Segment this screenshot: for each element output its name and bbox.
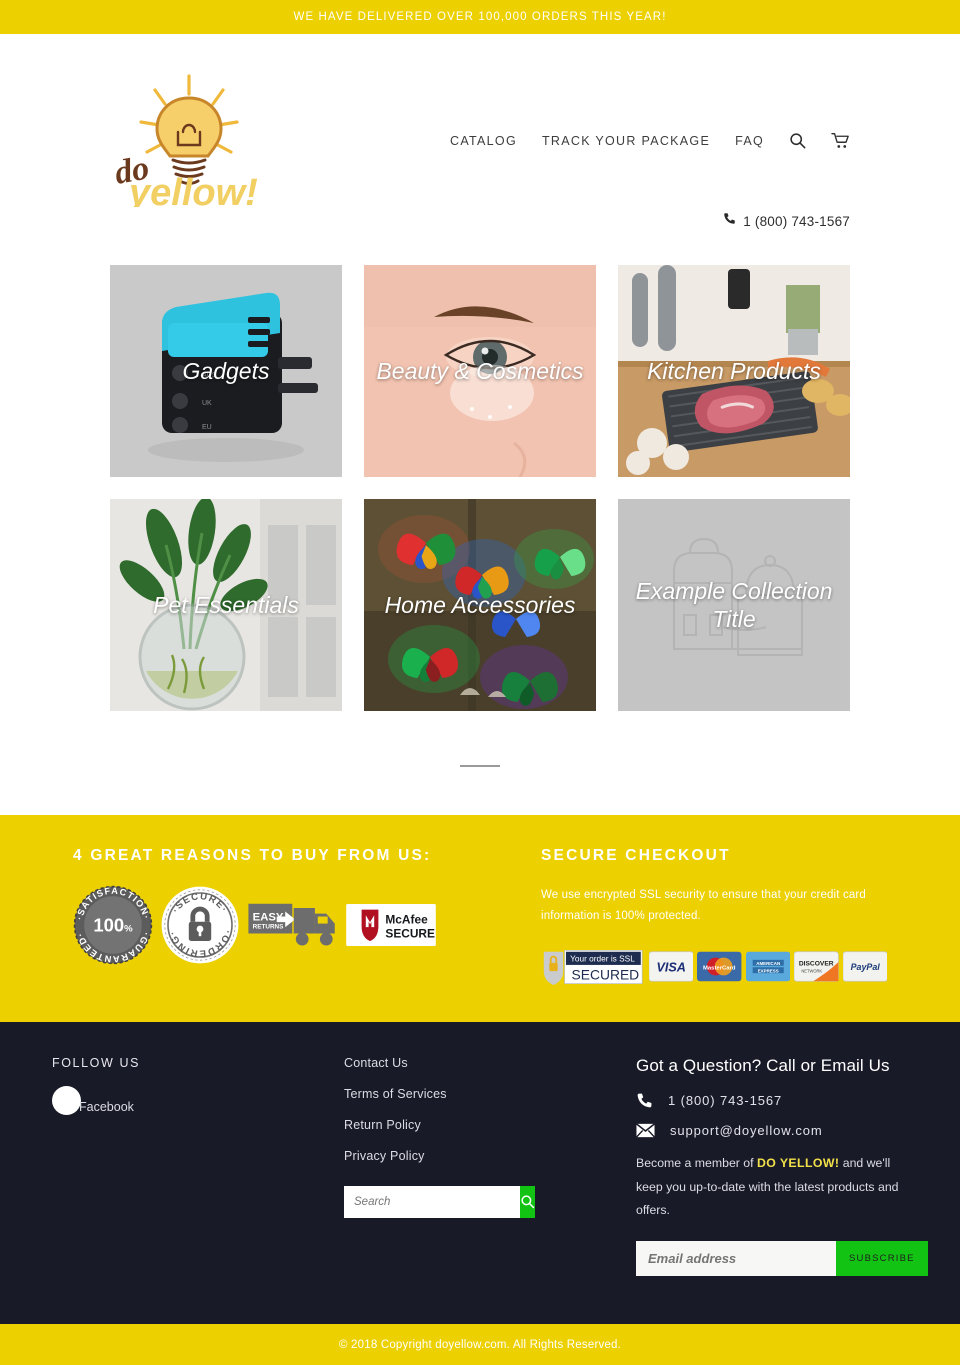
header-phone[interactable]: 1 (800) 743-1567 <box>723 212 850 230</box>
discover-badge: DISCOVER NETWORK <box>794 951 839 982</box>
search-icon <box>521 1195 535 1209</box>
footer-follow-column: FOLLOW US Facebook <box>52 1056 344 1277</box>
newsletter-form: SUBSCRIBE <box>636 1241 928 1277</box>
collection-grid: AUS UK EU Gadgets Beauty & Cosmetics Kit… <box>0 210 960 711</box>
collection-title: Example Collection Title <box>635 577 833 632</box>
mcafee-secure-badge: McAfee SECURE <box>346 904 436 946</box>
collection-title: Beauty & Cosmetics <box>376 357 584 384</box>
nav-item-track-your-package[interactable]: TRACK YOUR PACKAGE <box>542 134 710 148</box>
collection-title: Kitchen Products <box>647 357 821 384</box>
svg-text:SECURED: SECURED <box>571 966 639 982</box>
footer-contact-column: Got a Question? Call or Email Us 1 (800)… <box>636 1055 928 1277</box>
collection-card-pet-essentials[interactable]: Pet Essentials <box>110 499 342 711</box>
svg-text:NETWORK: NETWORK <box>802 968 823 973</box>
trust-badges: ·SATISFACTION· ·GUARANTEED· 100% ·SECURE… <box>73 885 475 965</box>
phone-icon <box>637 1093 652 1107</box>
footer-link-terms-of-services[interactable]: Terms of Services <box>344 1087 636 1101</box>
search-submit-button[interactable] <box>520 1185 535 1218</box>
svg-text:EU: EU <box>202 424 212 431</box>
footer-link-return-policy[interactable]: Return Policy <box>344 1118 636 1132</box>
contact-heading: Got a Question? Call or Email Us <box>636 1055 890 1075</box>
collection-title: Home Accessories <box>384 591 576 618</box>
collection-title: Gadgets <box>182 357 270 384</box>
copyright-bar: © 2018 Copyright doyellow.com. All Right… <box>0 1324 960 1365</box>
site-logo[interactable]: do yellow! <box>107 72 267 207</box>
newsletter-brand: DO YELLOW! <box>756 1155 840 1170</box>
svg-text:VISA: VISA <box>656 961 685 975</box>
newsletter-text-before: Become a member of <box>636 1155 757 1170</box>
ssl-secured-badge: Your order is SSL SECURED <box>543 949 643 985</box>
easy-returns-truck-badge: EASY RETURNS <box>248 903 335 946</box>
paypal-badge: PayPal <box>842 951 887 982</box>
nav-item-catalog[interactable]: CATALOG <box>450 134 517 148</box>
svg-text:MasterCard: MasterCard <box>703 965 736 971</box>
announcement-text: WE HAVE DELIVERED OVER 100,000 ORDERS TH… <box>293 11 667 23</box>
search-input[interactable] <box>344 1185 520 1218</box>
collection-title: Pet Essentials <box>153 591 299 618</box>
secure-checkout-body: We use encrypted SSL security to ensure … <box>541 889 866 923</box>
satisfaction-guaranteed-badge: ·SATISFACTION· ·GUARANTEED· 100% <box>73 886 153 964</box>
svg-text:AMERICAN: AMERICAN <box>756 961 780 966</box>
reasons-heading: 4 GREAT REASONS TO BUY FROM US: <box>73 847 432 864</box>
site-footer: FOLLOW US Facebook Contact Us Terms of S… <box>0 1021 960 1325</box>
nav-item-faq[interactable]: FAQ <box>735 134 764 148</box>
svg-text:DISCOVER: DISCOVER <box>799 961 834 968</box>
svg-text:McAfee: McAfee <box>385 913 428 927</box>
email-input[interactable] <box>636 1241 836 1277</box>
search-icon[interactable] <box>789 132 806 149</box>
section-divider-wrap <box>0 711 960 815</box>
secure-checkout-heading: SECURE CHECKOUT <box>541 847 731 864</box>
mastercard-badge: MasterCard <box>697 951 742 982</box>
collection-card-home-accessories[interactable]: Home Accessories <box>364 499 596 711</box>
footer-phone-row[interactable]: 1 (800) 743-1567 <box>636 1092 902 1109</box>
main-navigation: CATALOG TRACK YOUR PACKAGE FAQ <box>450 132 850 149</box>
svg-text:RETURNS: RETURNS <box>253 924 284 931</box>
footer-links-column: Contact Us Terms of Services Return Poli… <box>344 1056 636 1277</box>
svg-text:EXPRESS: EXPRESS <box>757 968 778 973</box>
site-header: do yellow! CATALOG TRACK YOUR PACKAGE FA… <box>0 34 960 229</box>
reasons-column: 4 GREAT REASONS TO BUY FROM US: ·SATISFA… <box>73 847 475 988</box>
footer-phone-number: 1 (800) 743-1567 <box>668 1092 783 1108</box>
social-links: Facebook <box>52 1085 344 1115</box>
collection-card-example-collection-title[interactable]: Example Collection Title <box>618 499 850 711</box>
svg-text:SECURE: SECURE <box>385 927 435 941</box>
phone-icon <box>723 212 736 230</box>
footer-email-row[interactable]: support@doyellow.com <box>636 1123 902 1138</box>
svg-text:UK: UK <box>202 400 212 407</box>
envelope-icon <box>636 1122 655 1138</box>
collection-card-beauty-cosmetics[interactable]: Beauty & Cosmetics <box>364 265 596 477</box>
amex-badge: AMERICAN EXPRESS <box>745 951 791 982</box>
copyright-text: © 2018 Copyright doyellow.com. All Right… <box>338 1338 622 1351</box>
section-divider <box>460 765 500 767</box>
page-root: WE HAVE DELIVERED OVER 100,000 ORDERS TH… <box>0 0 960 1365</box>
footer-search <box>344 1185 535 1218</box>
secure-ordering-badge: ·SECURE· ·ORDERING· <box>161 886 239 964</box>
footer-email-address: support@doyellow.com <box>670 1122 823 1138</box>
facebook-icon[interactable] <box>52 1085 81 1115</box>
collection-card-gadgets[interactable]: AUS UK EU Gadgets <box>110 265 342 477</box>
header-phone-number: 1 (800) 743-1567 <box>743 213 850 229</box>
svg-text:PayPal: PayPal <box>850 962 880 972</box>
newsletter-description: Become a member of DO YELLOW! and we'll … <box>636 1152 902 1224</box>
cart-icon[interactable] <box>831 132 850 149</box>
trust-band: 4 GREAT REASONS TO BUY FROM US: ·SATISFA… <box>0 815 960 1022</box>
subscribe-button[interactable]: SUBSCRIBE <box>836 1241 928 1277</box>
svg-text:yellow!: yellow! <box>127 172 258 207</box>
secure-checkout-column: SECURE CHECKOUT We use encrypted SSL sec… <box>541 847 887 988</box>
follow-us-heading: FOLLOW US <box>52 1055 141 1070</box>
collection-card-kitchen-products[interactable]: Kitchen Products <box>618 265 850 477</box>
visa-badge: VISA <box>648 951 694 982</box>
footer-link-privacy-policy[interactable]: Privacy Policy <box>344 1149 636 1163</box>
announcement-bar: WE HAVE DELIVERED OVER 100,000 ORDERS TH… <box>0 0 960 34</box>
lightbulb-shopping-bag-logo: do yellow! <box>112 74 258 207</box>
payment-badges: Your order is SSL SECURED VISA MasterCar… <box>541 946 887 988</box>
footer-link-contact-us[interactable]: Contact Us <box>344 1056 636 1070</box>
facebook-label[interactable]: Facebook <box>79 1100 134 1114</box>
svg-text:Your order is SSL: Your order is SSL <box>570 953 635 963</box>
